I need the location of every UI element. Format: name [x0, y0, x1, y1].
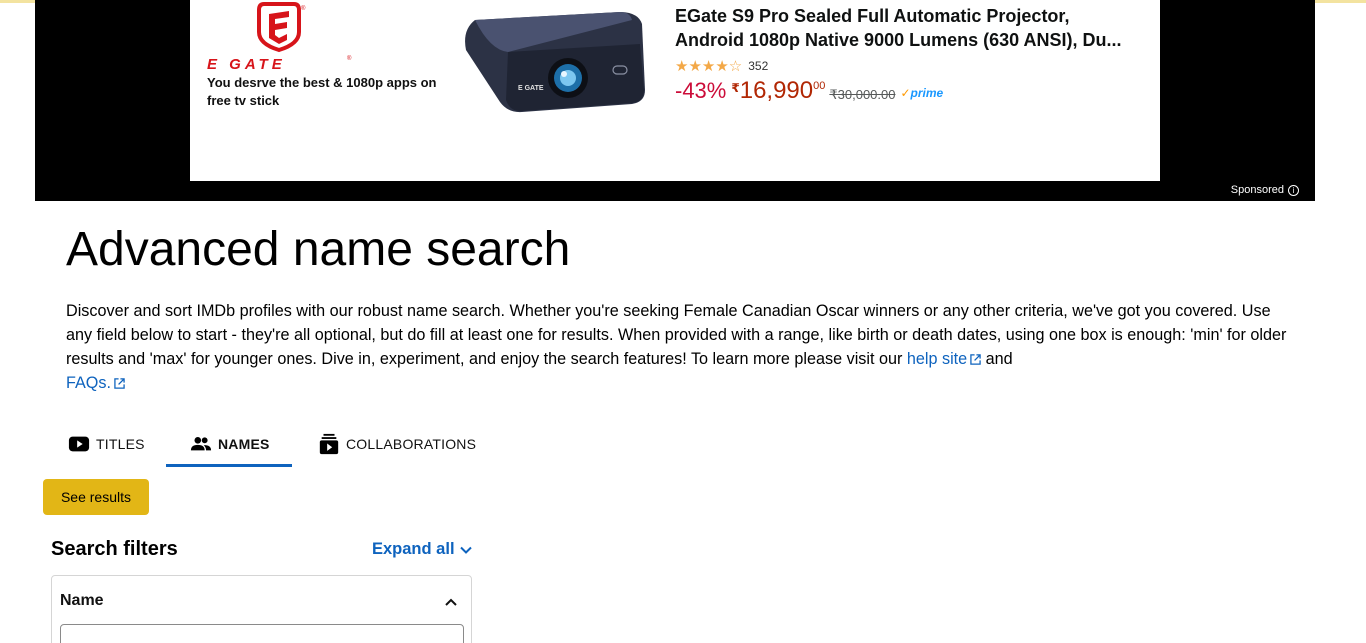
search-type-tabs: TITLES NAMES COLLABORATIONS: [66, 424, 476, 467]
ad-banner[interactable]: ® E GATE ® You desrve the best & 1080p a…: [35, 0, 1315, 201]
prime-check-icon: ✓: [900, 86, 911, 100]
collaborations-icon: [319, 433, 339, 455]
tab-names-label: NAMES: [218, 436, 270, 452]
info-icon[interactable]: i: [1288, 184, 1299, 196]
intro-text: Discover and sort IMDb profiles with our…: [66, 302, 1287, 368]
ad-product-title[interactable]: EGate S9 Pro Sealed Full Automatic Proje…: [675, 4, 1145, 52]
video-play-icon: [68, 436, 90, 452]
ad-price: 16,990: [739, 77, 814, 104]
ad-discount: -43%: [675, 78, 727, 103]
svg-text:E GATE: E GATE: [518, 85, 544, 92]
ad-currency-symbol: ₹: [731, 81, 740, 95]
sponsored-text: Sponsored: [1230, 184, 1284, 196]
prime-badge: ✓prime: [900, 86, 943, 100]
ad-product-title-line1[interactable]: EGate S9 Pro Sealed Full Automatic Proje…: [675, 4, 1145, 28]
ad-mrp: ₹30,000.00: [829, 87, 896, 102]
and-text: and: [981, 350, 1013, 368]
faq-link[interactable]: FAQs.: [66, 374, 125, 392]
people-icon: [190, 437, 212, 451]
help-site-link[interactable]: help site: [907, 350, 981, 368]
star-rating-icon: ★★★★☆: [675, 58, 743, 75]
page-title: Advanced name search: [66, 223, 571, 276]
name-search-input[interactable]: [60, 624, 464, 643]
search-filters-heading: Search filters: [51, 538, 178, 560]
expand-all-button[interactable]: Expand all: [372, 540, 473, 559]
chevron-down-icon: [459, 546, 472, 554]
intro-paragraph: Discover and sort IMDb profiles with our…: [66, 299, 1291, 395]
tab-titles[interactable]: TITLES: [66, 424, 166, 464]
external-link-icon: [970, 354, 981, 365]
ad-rating-count: 352: [748, 59, 769, 73]
prime-label: prime: [910, 86, 944, 100]
svg-text:®: ®: [347, 55, 352, 62]
tab-collaborations[interactable]: COLLABORATIONS: [292, 424, 476, 464]
tab-names[interactable]: NAMES: [166, 424, 292, 467]
ad-brand-tagline: You desrve the best & 1080p apps on free…: [207, 75, 437, 108]
ad-rating[interactable]: ★★★★☆ 352: [675, 57, 768, 75]
projector-image: E GATE: [465, 12, 645, 113]
faq-link-text[interactable]: FAQs.: [66, 374, 111, 392]
ad-card[interactable]: ® E GATE ® You desrve the best & 1080p a…: [190, 0, 1160, 181]
tab-collaborations-label: COLLABORATIONS: [346, 436, 477, 452]
ad-product-title-line2[interactable]: Android 1080p Native 9000 Lumens (630 AN…: [675, 28, 1145, 52]
svg-text:E GATE: E GATE: [207, 56, 286, 72]
tab-titles-label: TITLES: [96, 436, 145, 452]
name-filter-label: Name: [60, 592, 104, 609]
svg-text:®: ®: [301, 5, 306, 12]
see-results-button[interactable]: See results: [43, 479, 149, 515]
name-filter-panel: Name: [51, 575, 472, 643]
expand-all-label: Expand all: [372, 540, 455, 558]
ad-price-row: -43% ₹ 16,990 00 ₹30,000.00 ✓prime: [675, 76, 943, 106]
egate-logo: ® E GATE ®: [207, 2, 352, 72]
chevron-up-icon[interactable]: [443, 594, 459, 610]
help-site-link-text[interactable]: help site: [907, 350, 967, 368]
external-link-icon: [114, 378, 125, 389]
ad-price-fraction: 00: [813, 80, 826, 92]
sponsored-label[interactable]: Sponsored i: [1231, 184, 1299, 196]
